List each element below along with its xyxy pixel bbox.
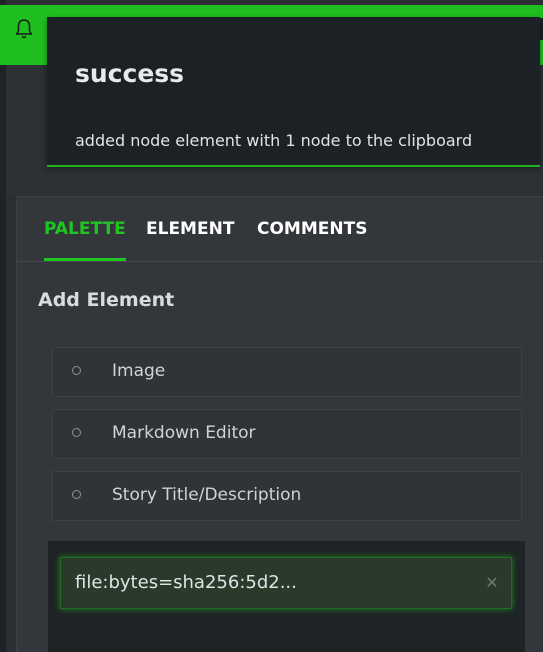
element-item-label: Markdown Editor (112, 423, 256, 443)
radio-icon (72, 428, 81, 437)
close-icon[interactable]: ✕ (481, 572, 503, 594)
tab-element[interactable]: ELEMENT (146, 218, 234, 258)
tab-palette[interactable]: PALETTE (44, 218, 126, 261)
file-input-value: file:bytes=sha256:5d2... (75, 572, 297, 593)
radio-icon (72, 490, 81, 499)
element-item-label: Story Title/Description (112, 485, 302, 505)
toast-message: added node element with 1 node to the cl… (75, 131, 473, 150)
bell-icon (15, 19, 33, 39)
element-item-label: Image (112, 361, 166, 381)
element-drop-zone: file:bytes=sha256:5d2... ✕ (48, 541, 525, 652)
success-toast: success added node element with 1 node t… (47, 17, 540, 167)
section-title: Add Element (38, 289, 175, 311)
side-panel: PALETTE ELEMENT COMMENTS Add Element Ima… (16, 196, 543, 652)
app-root: success added node element with 1 node t… (0, 0, 543, 652)
radio-icon (72, 366, 81, 375)
element-item-story-title[interactable]: Story Title/Description (52, 471, 522, 521)
toast-title: success (75, 59, 185, 88)
tab-comments[interactable]: COMMENTS (257, 218, 367, 258)
panel-tabs: PALETTE ELEMENT COMMENTS (17, 197, 543, 262)
notifications-button[interactable] (10, 14, 38, 44)
element-item-image[interactable]: Image (52, 347, 522, 397)
element-item-markdown-editor[interactable]: Markdown Editor (52, 409, 522, 459)
file-input[interactable]: file:bytes=sha256:5d2... ✕ (60, 557, 512, 609)
